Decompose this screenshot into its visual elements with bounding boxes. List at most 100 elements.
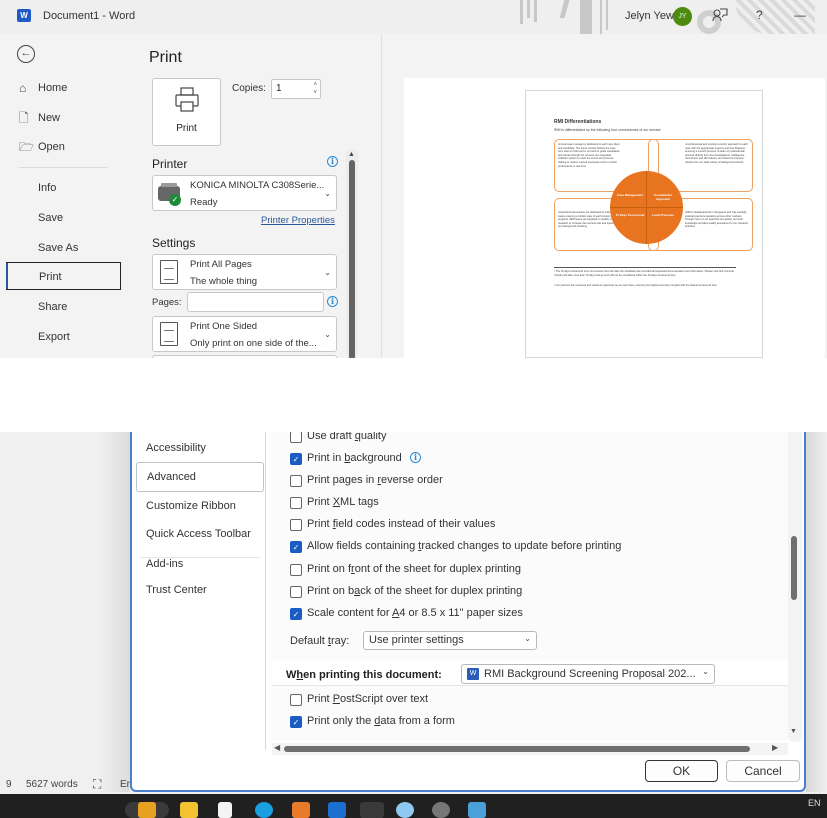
options-nav-quick-access-toolbar[interactable]: Quick Access Toolbar [146, 528, 251, 540]
scrollbar-thumb[interactable] [284, 746, 750, 752]
options-vertical-scrollbar[interactable]: ▼ [788, 432, 802, 742]
presenter-coach-icon[interactable] [712, 8, 728, 25]
print-preview-area: RMI Differentiations RMI is differentiat… [381, 34, 827, 358]
taskbar-app-icon[interactable] [292, 802, 310, 818]
options-nav-accessibility[interactable]: Accessibility [146, 442, 206, 454]
scroll-up-icon[interactable]: ▲ [348, 151, 355, 158]
home-icon: ⌂ [19, 81, 27, 95]
pages-input[interactable] [187, 292, 324, 312]
scrollbar-thumb[interactable] [791, 536, 797, 600]
pages-icon [160, 260, 178, 284]
folder-icon[interactable] [180, 802, 198, 818]
chevron-down-icon: ⌄ [324, 189, 331, 198]
back-arrow-icon[interactable]: ← [17, 45, 35, 63]
language-fragment[interactable]: Er [120, 779, 130, 790]
banner-decoration [559, 0, 570, 18]
mail-icon[interactable] [328, 802, 346, 818]
word-options-dialog: Accessibility Advanced Customize Ribbon … [130, 432, 806, 792]
checkbox[interactable] [290, 475, 302, 487]
print-sides-dropdown[interactable]: Print One Sided Only print on one side o… [152, 316, 337, 352]
scroll-right-icon[interactable]: ▶ [772, 743, 778, 752]
info-icon[interactable]: i [327, 296, 338, 307]
checkbox[interactable] [290, 694, 302, 706]
options-nav-trust-center[interactable]: Trust Center [146, 584, 207, 596]
print-button[interactable]: Print [152, 78, 221, 146]
taskbar-app-icon[interactable] [218, 802, 232, 818]
info-icon[interactable]: i [327, 156, 338, 167]
taskbar-app-icon[interactable] [396, 802, 414, 818]
default-tray-label: Default tray: [290, 635, 350, 647]
cornerstones-circle: Case Management Consultative Approach 15… [610, 171, 683, 244]
nav-item-print[interactable]: Print [6, 262, 121, 290]
settings-icon[interactable] [432, 802, 450, 818]
banner-decoration [534, 0, 537, 22]
background-window [6, 432, 130, 792]
nav-item-export[interactable]: Export [6, 323, 121, 351]
info-icon[interactable]: i [410, 452, 421, 463]
printer-dropdown[interactable]: ✓ KONICA MINOLTA C308Serie... Ready ⌄ [152, 175, 337, 211]
word-taskbar-icon[interactable] [360, 802, 384, 818]
nav-item-share[interactable]: Share [6, 293, 121, 321]
screenshot-gap [0, 358, 827, 432]
nav-item-home[interactable]: ⌂ Home [6, 74, 121, 102]
setting-title: Print One Sided [190, 321, 258, 332]
pages-label: Pages: [152, 297, 182, 308]
checkbox[interactable] [290, 564, 302, 576]
preview-page: RMI Differentiations RMI is differentiat… [525, 90, 763, 358]
page-title: Print [149, 49, 182, 66]
nav-item-label: Export [38, 331, 70, 343]
nav-item-open[interactable]: 🗁 Open [6, 133, 121, 161]
cancel-button[interactable]: Cancel [726, 760, 800, 782]
word-count[interactable]: 5627 words [26, 779, 78, 790]
word-backstage-window: W Document1 - Word Jelyn Yew JY ? — ← ⌂ … [0, 0, 827, 358]
checkbox[interactable] [290, 586, 302, 598]
backstage-nav: ← ⌂ Home 🗋 New 🗁 Open Info Save Save As … [0, 34, 121, 358]
checkbox-checked[interactable]: ✓ [290, 608, 302, 620]
spin-arrows-icon[interactable]: ˄ ˅ [313, 81, 317, 97]
user-name[interactable]: Jelyn Yew [625, 10, 674, 22]
nav-item-save[interactable]: Save [6, 204, 121, 232]
nav-item-label: Share [38, 301, 68, 313]
checkbox[interactable] [290, 497, 302, 509]
options-nav-add-ins[interactable]: Add-ins [146, 558, 183, 570]
settings-scrollbar[interactable]: ▲ [346, 149, 358, 358]
checkbox-checked[interactable]: ✓ [290, 453, 302, 465]
copies-label: Copies: [232, 83, 266, 94]
checkbox[interactable] [290, 432, 302, 443]
ok-button[interactable]: OK [645, 760, 718, 782]
options-nav-customize-ribbon[interactable]: Customize Ribbon [146, 500, 236, 512]
options-horizontal-scrollbar[interactable]: ◀ ▶ [272, 743, 788, 755]
avatar[interactable]: JY [673, 7, 692, 26]
nav-item-info[interactable]: Info [6, 174, 121, 202]
chevron-down-icon: ⌄ [524, 634, 531, 643]
page-count-fragment: 9 [6, 779, 12, 790]
checkbox-checked[interactable]: ✓ [290, 716, 302, 728]
checkbox[interactable] [290, 519, 302, 531]
skype-icon[interactable] [255, 802, 273, 818]
document-select[interactable]: W RMI Background Screening Proposal 202.… [461, 664, 715, 684]
minimize-icon[interactable]: — [794, 8, 806, 22]
nav-item-new[interactable]: 🗋 New [6, 104, 121, 132]
default-tray-select[interactable]: Use printer settings ⌄ [363, 631, 537, 650]
when-printing-label: When printing this document: [286, 669, 442, 681]
taskbar: EN [0, 794, 827, 818]
print-pages-dropdown[interactable]: Print All Pages The whole thing ⌄ [152, 254, 337, 290]
copies-stepper[interactable]: 1 ˄ ˅ [271, 79, 321, 99]
help-icon[interactable]: ? [756, 8, 763, 22]
preview-page-title: RMI Differentiations [554, 119, 602, 125]
nav-item-save-as[interactable]: Save As [6, 234, 121, 262]
scroll-down-icon[interactable]: ▼ [790, 728, 797, 735]
taskbar-app-icon[interactable] [468, 802, 486, 818]
options-nav-advanced[interactable]: Advanced [136, 462, 264, 492]
scroll-left-icon[interactable]: ◀ [274, 743, 280, 752]
language-indicator[interactable]: EN [808, 798, 821, 808]
checkbox-checked[interactable]: ✓ [290, 541, 302, 553]
printer-name: KONICA MINOLTA C308Serie... [190, 180, 325, 191]
printer-properties-link[interactable]: Printer Properties [261, 215, 335, 226]
taskbar-app-icon[interactable] [138, 802, 156, 818]
new-document-icon: 🗋 [19, 111, 29, 125]
proofing-icon[interactable]: ⛶ [93, 777, 101, 792]
setting-subtitle: The whole thing [190, 276, 258, 287]
scrollbar-thumb[interactable] [349, 160, 355, 358]
title-bar: W Document1 - Word Jelyn Yew JY ? — [0, 0, 827, 34]
